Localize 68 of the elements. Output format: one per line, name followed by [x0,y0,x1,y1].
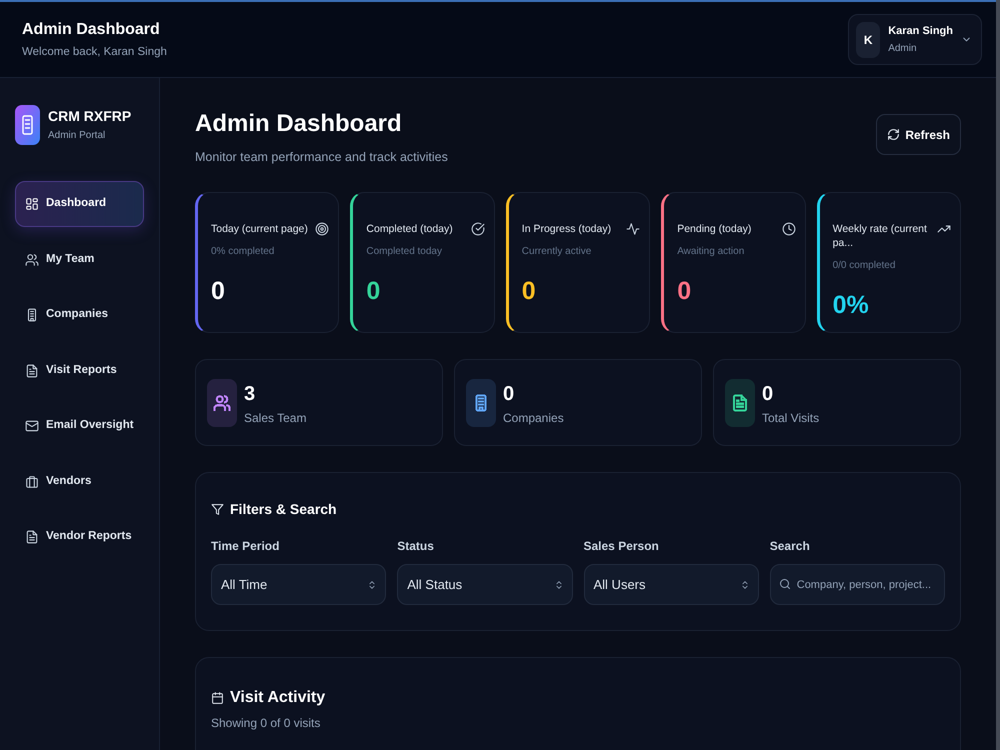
up-down-chevron-icon [554,578,564,590]
sidebar-nav-link[interactable]: Visit Reports [15,348,144,394]
sidebar-nav-link[interactable]: Email Oversight [15,403,144,449]
header-title: Admin Dashboard [22,20,161,40]
page-subtitle: Monitor team performance and track activities [195,149,448,165]
filter-icon [211,503,224,516]
sidebar-nav-link[interactable]: My Team [15,236,144,282]
stat-value: 0 [366,276,382,306]
target-icon [315,222,330,236]
panel-title: Filters & Search [230,501,337,518]
users-icon [25,252,39,266]
refresh-icon [887,128,900,141]
sidebar-nav-link[interactable]: Dashboard [15,181,144,227]
brand-subtitle: Admin Portal [48,130,106,142]
user-menu-button[interactable]: K Karan Singh Admin [848,14,982,65]
stat-subtitle: Completed today [366,245,443,258]
summary-value: 0 [762,382,774,406]
panel-title: Visit Activity [230,688,326,708]
stat-value: 0 [211,276,226,306]
search-field[interactable]: Company, person, project... [770,564,945,605]
summary-value: 3 [244,382,256,406]
summary-value: 0 [503,382,516,406]
stat-subtitle: 0/0 completed [832,259,896,272]
search-icon [778,578,791,590]
refresh-button[interactable]: Refresh [876,114,961,155]
stat-title: Completed (today) [366,222,453,236]
clock-icon [782,222,796,236]
welcome-text: Welcome back, Karan Singh [22,45,167,59]
briefcase-icon [25,474,39,488]
scrollbar[interactable] [996,0,1000,750]
stat-title: Today (current page) [211,222,308,236]
page-title: Admin Dashboard [195,109,403,139]
sidebar-nav-link[interactable]: Vendors [15,458,144,504]
sidebar-nav-link[interactable]: Companies [15,292,144,338]
building-logo-icon [15,105,40,145]
brand-name: CRM RXFRP [48,108,132,125]
avatar-initial: K [856,22,880,58]
sidebar-nav-link[interactable]: Vendor Reports [15,514,144,560]
stat-subtitle: Awaiting action [677,245,746,258]
summary-label: Companies [503,411,564,426]
visit-count-text: Showing 0 of 0 visits [211,716,322,731]
up-down-chevron-icon [740,578,750,590]
stat-title: Weekly rate (current pa... [832,222,928,250]
document-icon [25,364,39,378]
stat-value: 0 [522,276,537,306]
field-label: Sales Person [584,539,660,554]
summary-label: Sales Team [244,411,306,426]
field-label: Search [770,539,811,554]
building-icon [25,308,39,322]
stat-subtitle: Currently active [522,245,592,258]
summary-label: Total Visits [762,411,820,426]
field-label: Status [397,539,435,554]
check-circle-icon [470,222,485,236]
select-field[interactable]: All Time [211,564,386,605]
select-field[interactable]: All Status [397,564,572,605]
document-icon [25,530,39,544]
stat-value: 0% [832,290,870,320]
stat-title: In Progress (today) [522,222,612,236]
stat-subtitle: 0% completed [211,245,276,258]
stat-value: 0 [677,276,692,306]
up-down-chevron-icon [367,578,378,590]
mail-icon [25,419,39,433]
stat-title: Pending (today) [677,222,752,236]
pulse-icon [626,222,640,236]
grid-icon [25,197,39,211]
field-label: Time Period [211,539,280,554]
select-field[interactable]: All Users [584,564,759,605]
calendar-icon [211,691,224,705]
